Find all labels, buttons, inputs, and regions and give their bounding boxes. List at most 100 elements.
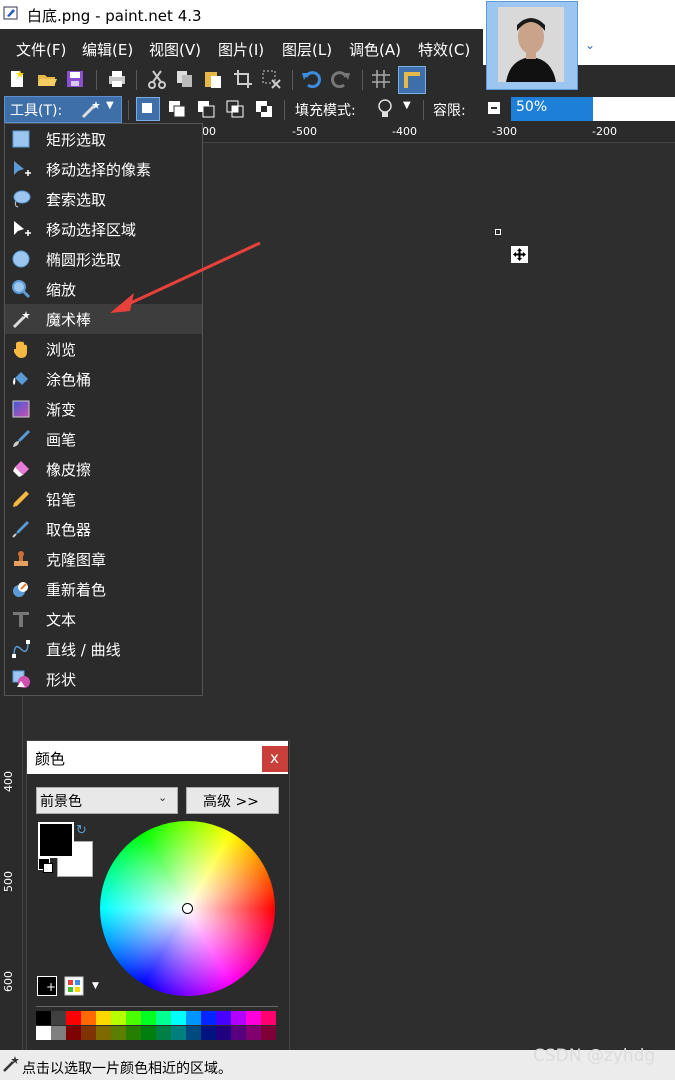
primary-color-swatch[interactable]	[38, 822, 74, 858]
tool-item-paintbrush[interactable]: 画笔	[5, 424, 202, 454]
save-icon[interactable]	[64, 68, 86, 90]
canvas-handle[interactable]	[495, 229, 501, 235]
flood-mode-bulb-icon[interactable]	[376, 98, 394, 120]
print-icon[interactable]	[106, 68, 128, 90]
ruler-label: -500	[292, 125, 317, 138]
swap-colors-icon[interactable]: ↻	[76, 823, 87, 838]
tool-item-shapes[interactable]: 形状	[5, 664, 202, 694]
selection-mode-union-icon[interactable]	[166, 98, 188, 120]
tool-item-clone-stamp[interactable]: 克隆图章	[5, 544, 202, 574]
ellipse-select-icon	[12, 250, 30, 268]
palette-swatch[interactable]	[261, 1011, 276, 1025]
palette-swatch[interactable]	[261, 1026, 276, 1040]
tool-item-pan[interactable]: 浏览	[5, 334, 202, 364]
tolerance-reset-button[interactable]	[488, 102, 500, 114]
paste-icon[interactable]	[202, 68, 224, 90]
palette-swatch[interactable]	[156, 1026, 171, 1040]
palette-swatch[interactable]	[81, 1026, 96, 1040]
tool-item-move-pixels[interactable]: 移动选择的像素	[5, 154, 202, 184]
selection-mode-xor-icon[interactable]	[253, 98, 275, 120]
palette-swatch[interactable]	[36, 1026, 51, 1040]
palette-swatch[interactable]	[111, 1026, 126, 1040]
colors-panel-close-button[interactable]: x	[262, 746, 288, 772]
thumbnail-chevron-down-icon[interactable]: ⌄	[585, 38, 595, 52]
palette-swatch[interactable]	[111, 1011, 126, 1025]
palette-swatch[interactable]	[81, 1011, 96, 1025]
palette-swatch[interactable]	[66, 1011, 81, 1025]
tool-item-lasso-select[interactable]: 套索选取	[5, 184, 202, 214]
options-divider	[423, 100, 424, 120]
menu-layers[interactable]: 图层(L)	[282, 39, 332, 60]
tool-label: 涂色桶	[46, 371, 92, 389]
menu-adjustments[interactable]: 调色(A)	[349, 39, 401, 60]
menu-image[interactable]: 图片(I)	[218, 39, 264, 60]
palette-swatch[interactable]	[96, 1026, 111, 1040]
palette-swatch[interactable]	[141, 1011, 156, 1025]
magic-wand-icon	[81, 101, 100, 119]
selection-mode-replace-button[interactable]	[136, 97, 160, 121]
rulers-icon[interactable]	[398, 66, 426, 94]
palette-swatch[interactable]	[51, 1011, 66, 1025]
color-palette[interactable]	[36, 1011, 278, 1041]
reset-colors-icon[interactable]	[38, 858, 53, 873]
palette-swatch[interactable]	[171, 1011, 186, 1025]
tool-item-text[interactable]: 文本	[5, 604, 202, 634]
palette-swatch[interactable]	[246, 1011, 261, 1025]
grid-icon[interactable]	[370, 68, 392, 90]
palette-swatch[interactable]	[216, 1011, 231, 1025]
paintnet-app-icon	[3, 6, 18, 20]
palette-swatch[interactable]	[171, 1026, 186, 1040]
tool-item-gradient[interactable]: 渐变	[5, 394, 202, 424]
open-folder-icon[interactable]	[36, 68, 58, 90]
colors-panel-title: 颜色	[35, 750, 66, 768]
palette-swatch[interactable]	[231, 1011, 246, 1025]
add-color-to-palette-icon[interactable]: +	[37, 976, 57, 996]
paint-bucket-icon	[13, 372, 28, 385]
new-file-icon[interactable]	[6, 68, 28, 90]
undo-icon[interactable]	[300, 68, 322, 90]
redo-icon[interactable]	[330, 68, 352, 90]
menu-file[interactable]: 文件(F)	[16, 39, 66, 60]
palette-swatch[interactable]	[216, 1026, 231, 1040]
palette-swatch[interactable]	[36, 1011, 51, 1025]
options-divider	[128, 100, 129, 120]
crop-icon[interactable]	[232, 68, 254, 90]
palette-swatch[interactable]	[126, 1026, 141, 1040]
palette-swatch[interactable]	[201, 1026, 216, 1040]
tool-item-rectangle-select[interactable]: 矩形选取	[5, 124, 202, 154]
ruler-label: 00	[202, 125, 216, 138]
selection-mode-intersect-icon[interactable]	[224, 98, 246, 120]
palette-swatch[interactable]	[51, 1026, 66, 1040]
selection-mode-exclude-icon[interactable]	[195, 98, 217, 120]
palette-chevron-icon[interactable]: ▼	[92, 981, 99, 991]
palette-swatch[interactable]	[96, 1011, 111, 1025]
tool-item-color-picker[interactable]: 取色器	[5, 514, 202, 544]
tool-label: 移动选择的像素	[46, 161, 152, 179]
toolbar-divider	[362, 70, 363, 90]
palette-swatch[interactable]	[246, 1026, 261, 1040]
fill-mode-chevron-icon[interactable]: ▼	[403, 100, 411, 111]
palette-swatch[interactable]	[66, 1026, 81, 1040]
tool-item-paint-bucket[interactable]: 涂色桶	[5, 364, 202, 394]
palette-menu-icon[interactable]	[64, 976, 84, 996]
palette-swatch[interactable]	[201, 1011, 216, 1025]
menu-view[interactable]: 视图(V)	[149, 39, 201, 60]
tool-item-line-curve[interactable]: 直线 / 曲线	[5, 634, 202, 664]
tool-item-eraser[interactable]: 橡皮擦	[5, 454, 202, 484]
color-picker-icon	[12, 521, 29, 538]
palette-swatch[interactable]	[126, 1011, 141, 1025]
color-wheel-cursor[interactable]	[182, 903, 193, 914]
palette-swatch[interactable]	[186, 1026, 201, 1040]
palette-swatch[interactable]	[231, 1026, 246, 1040]
menu-effects[interactable]: 特效(C)	[418, 39, 470, 60]
tool-item-recolor[interactable]: 重新着色	[5, 574, 202, 604]
palette-swatch[interactable]	[186, 1011, 201, 1025]
palette-swatch[interactable]	[141, 1026, 156, 1040]
tool-item-pencil[interactable]: 铅笔	[5, 484, 202, 514]
cut-icon[interactable]	[146, 68, 168, 90]
palette-swatch[interactable]	[156, 1011, 171, 1025]
ruler-label: 600	[2, 971, 15, 992]
menu-edit[interactable]: 编辑(E)	[82, 39, 133, 60]
deselect-icon[interactable]	[260, 68, 282, 90]
copy-icon[interactable]	[174, 68, 196, 90]
